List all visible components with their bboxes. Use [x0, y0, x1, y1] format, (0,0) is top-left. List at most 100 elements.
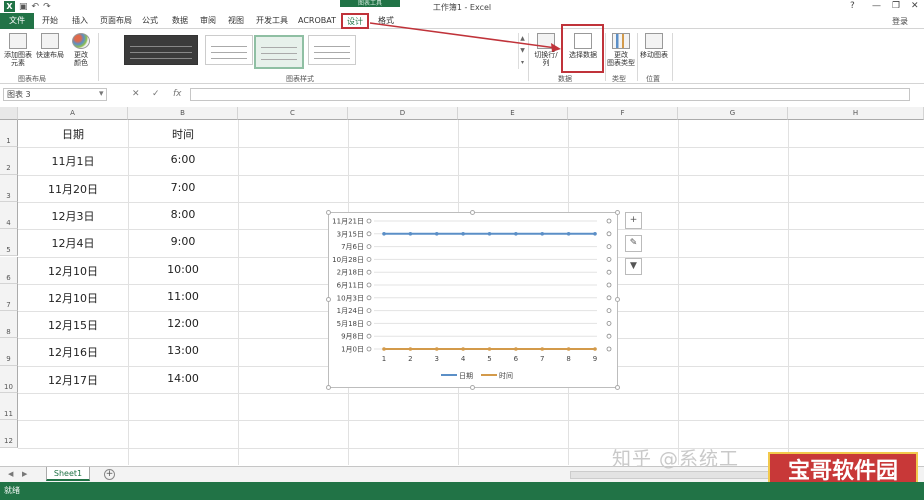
table-cell[interactable]: 12:00 — [128, 317, 238, 330]
y-axis-marker — [606, 231, 612, 237]
header-cell[interactable]: 日期 — [18, 126, 128, 142]
quick-layout-button[interactable]: 快速布局 — [34, 33, 66, 59]
chart-resize-handle[interactable] — [326, 297, 331, 302]
close-icon[interactable]: ✕ — [911, 1, 919, 11]
switch-row-column-button[interactable]: 切换行/列 — [531, 33, 561, 67]
chart-styles-brush-icon[interactable]: ✎ — [625, 235, 642, 252]
table-cell[interactable]: 11月20日 — [18, 181, 128, 197]
name-box-dropdown-icon[interactable]: ▾ — [99, 89, 104, 99]
insert-function-icon[interactable]: fx — [173, 89, 182, 99]
column-header-d[interactable]: D — [348, 107, 458, 120]
chart-filter-icon[interactable]: ▼ — [625, 258, 642, 275]
sheet-tab-sheet1[interactable]: Sheet1 — [46, 467, 90, 481]
table-cell[interactable]: 12月10日 — [18, 290, 128, 306]
chart-style-3[interactable] — [254, 35, 304, 69]
row-header[interactable]: 3 — [0, 174, 18, 202]
tab-insert[interactable]: 插入 — [68, 15, 92, 29]
select-all-corner[interactable] — [0, 107, 18, 120]
chart-resize-handle[interactable] — [615, 210, 620, 215]
chart-resize-handle[interactable] — [326, 210, 331, 215]
table-cell[interactable]: 12月16日 — [18, 344, 128, 360]
confirm-icon[interactable]: ✓ — [152, 89, 160, 99]
row-header[interactable]: 1 — [0, 120, 18, 148]
table-cell[interactable]: 11:00 — [128, 290, 238, 303]
column-header-h[interactable]: H — [788, 107, 924, 120]
series-point — [461, 232, 465, 236]
header-cell[interactable]: 时间 — [128, 126, 238, 142]
palette-icon — [72, 33, 90, 49]
tab-data[interactable]: 数据 — [168, 15, 192, 29]
add-chart-element-button[interactable]: 添加图表 元素 — [2, 33, 34, 67]
tab-view[interactable]: 视图 — [224, 15, 248, 29]
table-cell[interactable]: 10:00 — [128, 263, 238, 276]
table-cell[interactable]: 7:00 — [128, 181, 238, 194]
table-cell[interactable]: 14:00 — [128, 372, 238, 385]
chart-style-4[interactable] — [308, 35, 356, 65]
column-header-f[interactable]: F — [568, 107, 678, 120]
table-cell[interactable]: 12月10日 — [18, 263, 128, 279]
row-header[interactable]: 5 — [0, 229, 18, 257]
row-header[interactable]: 2 — [0, 147, 18, 175]
tab-review[interactable]: 审阅 — [196, 15, 220, 29]
row-header[interactable]: 4 — [0, 201, 18, 230]
row-header[interactable]: 9 — [0, 338, 18, 366]
row-header[interactable]: 8 — [0, 311, 18, 339]
column-header-g[interactable]: G — [678, 107, 788, 120]
table-cell[interactable]: 12月17日 — [18, 372, 128, 388]
help-icon[interactable]: ? — [850, 1, 855, 11]
table-cell[interactable]: 12月15日 — [18, 317, 128, 333]
column-header-a[interactable]: A — [18, 107, 128, 120]
cancel-icon[interactable]: ✕ — [132, 89, 140, 99]
y-tick-label: 1月0日 — [341, 346, 364, 354]
group-type: 类型 — [612, 75, 626, 83]
row-header[interactable]: 6 — [0, 256, 18, 284]
tab-page-layout[interactable]: 页面布局 — [96, 15, 136, 29]
column-header-e[interactable]: E — [458, 107, 568, 120]
table-cell[interactable]: 9:00 — [128, 235, 238, 248]
chart-resize-handle[interactable] — [615, 385, 620, 390]
move-chart-button[interactable]: 移动图表 — [638, 33, 670, 59]
login-link[interactable]: 登录 — [892, 16, 908, 27]
tab-file[interactable]: 文件 — [0, 13, 34, 29]
table-cell[interactable]: 8:00 — [128, 208, 238, 221]
add-sheet-icon[interactable]: + — [104, 469, 115, 480]
change-colors-button[interactable]: 更改 颜色 — [68, 33, 94, 67]
table-cell[interactable]: 6:00 — [128, 153, 238, 166]
row-header[interactable]: 12 — [0, 420, 18, 448]
select-data-highlight — [561, 24, 604, 73]
chart-resize-handle[interactable] — [470, 210, 475, 215]
table-cell[interactable]: 11月1日 — [18, 153, 128, 169]
group-data: 数据 — [558, 75, 572, 83]
chart-resize-handle[interactable] — [326, 385, 331, 390]
name-box[interactable]: 图表 3 — [3, 88, 107, 101]
tab-format[interactable]: 格式 — [374, 15, 398, 29]
minimize-icon[interactable]: — — [872, 1, 881, 11]
change-chart-type-button[interactable]: 更改 图表类型 — [606, 33, 636, 67]
next-sheet-icon[interactable]: ▶ — [22, 470, 27, 478]
row-header[interactable]: 7 — [0, 283, 18, 312]
row-header[interactable]: 10 — [0, 365, 18, 393]
column-header-c[interactable]: C — [238, 107, 348, 120]
chart-style-1[interactable] — [124, 35, 198, 65]
series-point — [434, 232, 439, 236]
tab-formulas[interactable]: 公式 — [138, 15, 162, 29]
table-cell[interactable]: 13:00 — [128, 344, 238, 357]
tab-developer[interactable]: 开发工具 — [252, 15, 292, 29]
formula-input[interactable] — [190, 88, 910, 101]
chart-resize-handle[interactable] — [615, 297, 620, 302]
chart-resize-handle[interactable] — [470, 385, 475, 390]
restore-icon[interactable]: ❐ — [892, 1, 900, 11]
column-header-b[interactable]: B — [128, 107, 238, 120]
tab-acrobat[interactable]: ACROBAT — [294, 15, 340, 29]
style-gallery-scroll[interactable]: ▲ ▼ ▾ — [518, 33, 526, 69]
tab-design[interactable]: 设计 — [341, 13, 369, 29]
line-chart[interactable]: 11月21日 3月15日 7月6日 10月28日 2月18日 6月11日 10月3日 1月24… — [328, 212, 618, 388]
chart-elements-plus-icon[interactable]: + — [625, 212, 642, 229]
prev-sheet-icon[interactable]: ◀ — [8, 470, 13, 478]
row-header[interactable]: 11 — [0, 393, 18, 421]
y-axis-marker — [366, 333, 372, 339]
tab-home[interactable]: 开始 — [38, 15, 62, 29]
table-cell[interactable]: 12月4日 — [18, 235, 128, 251]
table-cell[interactable]: 12月3日 — [18, 208, 128, 224]
chart-style-2[interactable] — [205, 35, 253, 65]
